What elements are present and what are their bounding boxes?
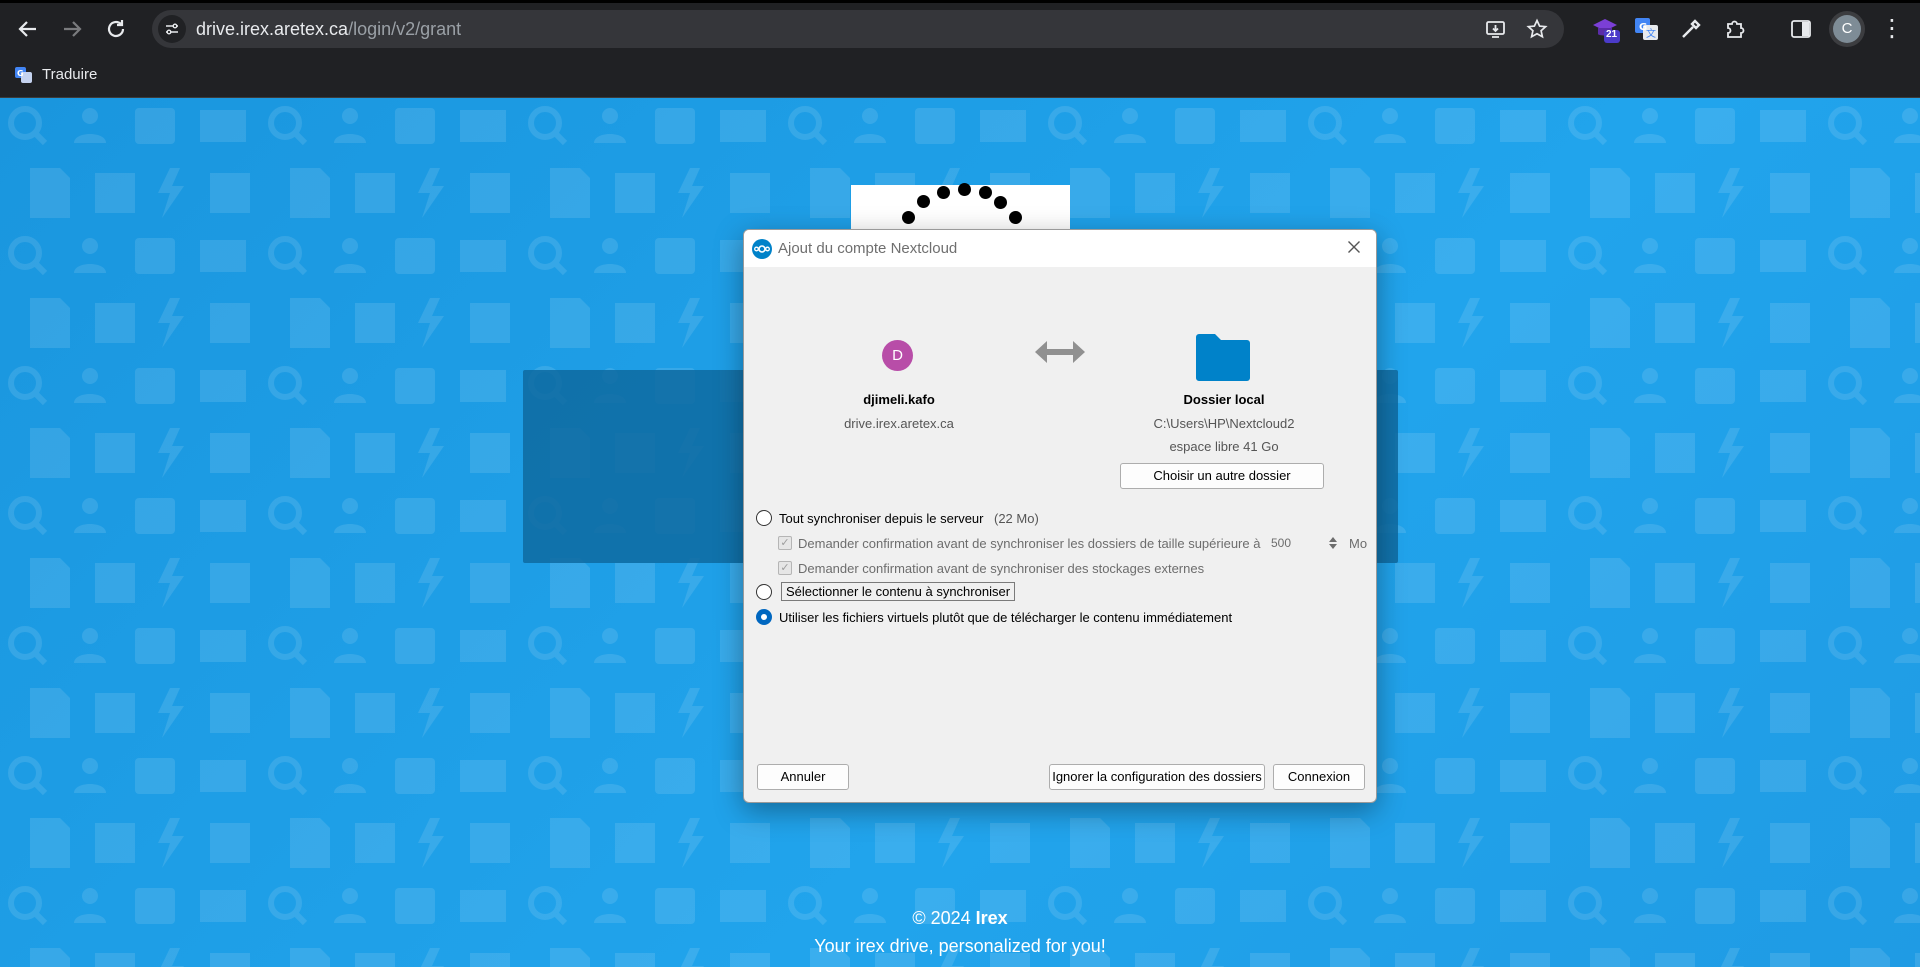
url-path: /login/v2/grant (348, 19, 462, 39)
dialog-title-bar: Ajout du compte Nextcloud (744, 230, 1376, 267)
translate-icon[interactable]: G文 (1633, 15, 1661, 43)
close-icon[interactable] (1342, 235, 1366, 259)
svg-text:文: 文 (1646, 27, 1656, 40)
account-avatar: D (882, 340, 913, 371)
footer-copyright: © 2024 Irex (0, 908, 1920, 929)
install-app-icon[interactable] (1484, 17, 1508, 41)
ignore-folder-config-button[interactable]: Ignorer la configuration des dossiers (1049, 764, 1265, 790)
sync-arrow-icon (1035, 341, 1085, 363)
size-limit-input[interactable]: 500 (1261, 533, 1333, 553)
local-free-space: espace libre 41 Go (1169, 439, 1279, 454)
connect-button[interactable]: Connexion (1273, 764, 1365, 790)
forward-arrow-icon[interactable] (58, 15, 86, 43)
sync-all-radio[interactable] (756, 510, 772, 526)
address-bar[interactable]: drive.irex.aretex.ca/login/v2/grant (152, 10, 1564, 48)
back-arrow-icon[interactable] (14, 15, 42, 43)
size-unit: Mo (1349, 536, 1368, 551)
extension-badge: 21 (1606, 29, 1618, 40)
spinner-dot (994, 196, 1007, 209)
select-content-radio[interactable] (756, 584, 772, 600)
cancel-button[interactable]: Annuler (757, 764, 849, 790)
spinner-dot (1009, 211, 1022, 224)
star-icon[interactable] (1525, 17, 1549, 41)
add-account-dialog: Ajout du compte Nextcloud D djimeli.kafo… (743, 229, 1377, 803)
account-name: djimeli.kafo (863, 392, 935, 407)
sync-all-size: (22 Mo) (994, 511, 1039, 526)
spinner-dot (958, 183, 971, 196)
extension-icon[interactable]: 21 (1590, 15, 1620, 43)
side-panel-icon[interactable] (1787, 15, 1815, 43)
confirm-large-label: Demander confirmation avant de synchroni… (798, 536, 1261, 551)
virtual-files-radio[interactable] (756, 609, 772, 625)
confirm-large-checkbox[interactable]: ✓ (778, 536, 792, 550)
nextcloud-logo-icon (752, 239, 772, 259)
spinner-dot (979, 186, 992, 199)
account-server: drive.irex.aretex.ca (844, 416, 954, 431)
footer-slogan: Your irex drive, personalized for you! (814, 936, 1106, 956)
local-folder-path: C:\Users\HP\Nextcloud2 (1153, 416, 1295, 431)
copyright-text: © 2024 (912, 908, 976, 928)
spinner-dot (902, 211, 915, 224)
folder-icon (1196, 334, 1250, 381)
bookmark-label: Traduire (42, 66, 98, 83)
url-host: drive.irex.aretex.ca (196, 19, 349, 39)
choose-folder-button[interactable]: Choisir un autre dossier (1120, 463, 1324, 489)
profile-avatar[interactable]: C (1833, 15, 1861, 43)
site-settings-icon[interactable] (158, 15, 186, 43)
sync-all-label: Tout synchroniser depuis le serveur (779, 511, 984, 526)
spin-arrows-icon[interactable] (1328, 535, 1338, 551)
dialog-title: Ajout du compte Nextcloud (778, 240, 958, 257)
footer-brand: Irex (975, 908, 1008, 928)
url-text[interactable]: drive.irex.aretex.ca/login/v2/grant (196, 19, 461, 40)
svg-text:G: G (17, 69, 24, 78)
confirm-external-checkbox[interactable]: ✓ (778, 561, 792, 575)
browser-toolbar: drive.irex.aretex.ca/login/v2/grant 21 G… (0, 0, 1920, 52)
reload-icon[interactable] (102, 15, 130, 43)
puzzle-icon[interactable] (1721, 15, 1749, 43)
spinner-dot (937, 186, 950, 199)
eyedropper-icon[interactable] (1677, 15, 1705, 43)
more-vert-icon[interactable]: ⋮ (1880, 15, 1904, 43)
confirm-external-label: Demander confirmation avant de synchroni… (798, 561, 1205, 576)
translate-bookmark-icon: G (15, 67, 32, 83)
select-content-label[interactable]: Sélectionner le contenu à synchroniser (781, 582, 1016, 601)
local-folder-title: Dossier local (1183, 392, 1265, 407)
spinner-dot (917, 195, 930, 208)
bookmarks-bar: G Traduire (0, 52, 1920, 98)
virtual-files-label: Utiliser les fichiers virtuels plutôt qu… (779, 610, 1233, 625)
